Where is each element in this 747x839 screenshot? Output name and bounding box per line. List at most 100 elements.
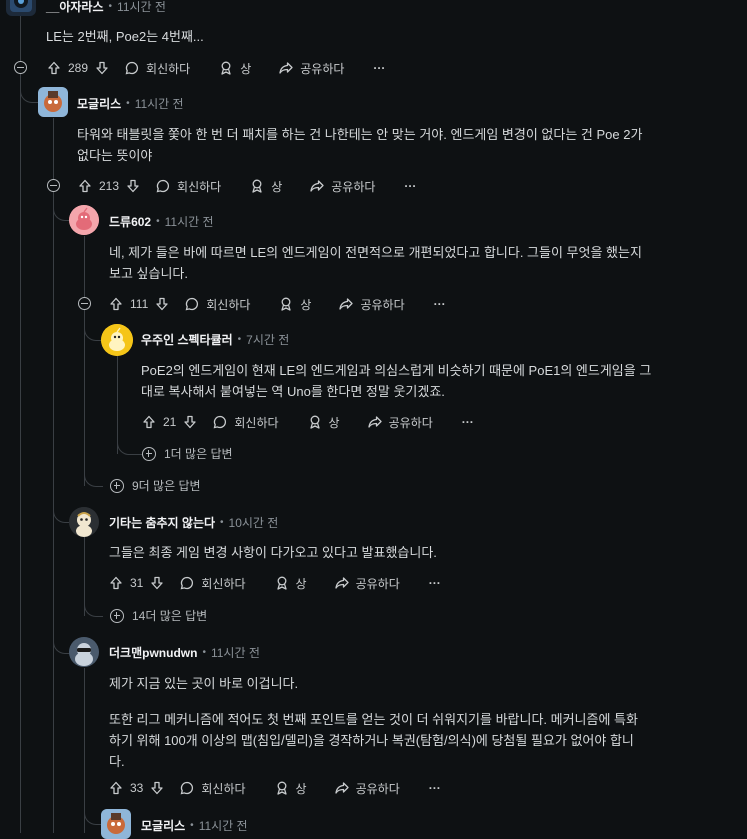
upvote-button[interactable] <box>77 178 93 194</box>
share-icon <box>334 782 349 794</box>
reply-label: 회신하다 <box>146 61 191 76</box>
username[interactable]: __아자라스 <box>46 0 104 15</box>
more-replies-link[interactable]: 14더 많은 답변 <box>110 607 207 624</box>
timestamp: 11시간 전 <box>198 818 248 833</box>
arrow-up-icon <box>143 415 155 429</box>
comment-text: 또한 리그 메커니즘에 적어도 첫 번째 포인트를 얻는 것이 더 쉬워지기를 … <box>109 712 638 727</box>
award-label: 상 <box>271 179 283 194</box>
comment-body: 타워와 태블릿을 쫓아 한 번 더 패치를 하는 건 나한테는 안 맞는 거야.… <box>77 124 737 166</box>
avatar[interactable] <box>69 507 99 537</box>
comment-text: PoE2의 엔드게임이 현재 LE의 엔드게임과 의심스럽게 비슷하기 때문에 … <box>141 363 652 378</box>
share-button[interactable]: 공유하다 <box>309 178 375 195</box>
share-button[interactable]: 공유하다 <box>278 60 344 77</box>
arrow-up-icon <box>110 576 122 590</box>
connector <box>84 470 103 487</box>
more-options-button[interactable]: ··· <box>373 61 385 75</box>
award-button[interactable]: 상 <box>307 414 340 431</box>
upvote-button[interactable] <box>108 296 124 312</box>
username[interactable]: 우주인 스펙타큘러 <box>141 331 233 348</box>
reply-label: 회신하다 <box>201 781 246 796</box>
more-replies-link[interactable]: 1더 많은 답변 <box>142 445 233 462</box>
upvote-button[interactable] <box>108 780 124 796</box>
separator-dot: • <box>190 819 194 831</box>
connector <box>117 430 143 455</box>
reply-button[interactable]: 회신하다 <box>184 296 250 313</box>
comment-actions: 111 회신하다 상 공유하다 ··· <box>108 293 446 315</box>
comment-header: __아자라스 • 11시간 전 <box>46 0 166 14</box>
reply-button[interactable]: 회신하다 <box>155 178 221 195</box>
more-replies-label: 9더 많은 답변 <box>132 479 201 493</box>
share-button[interactable]: 공유하다 <box>338 296 405 313</box>
share-button[interactable]: 공유하다 <box>334 780 400 797</box>
separator-dot: • <box>108 0 113 12</box>
timestamp: 11시간 전 <box>210 645 260 660</box>
share-label: 공유하다 <box>331 179 376 194</box>
more-options-button[interactable]: ··· <box>429 576 441 590</box>
reply-button[interactable]: 회신하다 <box>179 575 246 592</box>
comment-actions: 213 회신하다 상 공유하다 ··· <box>77 175 416 197</box>
comment-header: 모글리스 • 11시간 전 <box>141 817 248 833</box>
more-options-button[interactable]: ··· <box>429 781 441 795</box>
comment-text: 대로 복사해서 붙여넣는 역 Uno를 한다면 정말 웃기겠죠. <box>141 384 445 399</box>
comment-header: 드류602 • 11시간 전 <box>109 213 214 229</box>
avatar[interactable] <box>101 809 131 839</box>
separator-dot: • <box>156 215 160 227</box>
reply-button[interactable]: 회신하다 <box>212 414 279 431</box>
award-button[interactable]: 상 <box>274 780 307 797</box>
reply-button[interactable]: 회신하다 <box>124 60 190 77</box>
timestamp: 11시간 전 <box>134 96 184 111</box>
collapse-button[interactable] <box>47 179 60 192</box>
avatar[interactable] <box>38 87 68 117</box>
more-options-button[interactable]: ··· <box>434 297 446 311</box>
connector <box>84 600 103 617</box>
award-icon <box>252 179 262 193</box>
vote-count: 31 <box>130 576 144 590</box>
award-button[interactable]: 상 <box>274 575 307 592</box>
share-button[interactable]: 공유하다 <box>334 575 400 592</box>
username[interactable]: 모글리스 <box>141 817 185 834</box>
avatar[interactable] <box>101 324 133 356</box>
comment-bubble-icon <box>180 576 194 590</box>
more-options-button[interactable]: ··· <box>462 415 474 429</box>
username[interactable]: 드류602 <box>109 213 151 230</box>
vote-count: 289 <box>68 61 89 75</box>
avatar[interactable] <box>69 637 99 667</box>
upvote-button[interactable] <box>108 575 124 591</box>
username[interactable]: 기타는 춤추지 않는다 <box>109 514 215 531</box>
collapse-button[interactable] <box>14 61 27 74</box>
downvote-button[interactable] <box>154 296 170 312</box>
downvote-button[interactable] <box>125 178 141 194</box>
downvote-button[interactable] <box>149 575 165 591</box>
downvote-button[interactable] <box>182 414 198 430</box>
downvote-button[interactable] <box>94 60 110 76</box>
award-button[interactable]: 상 <box>249 178 282 195</box>
more-replies-label: 14더 많은 답변 <box>132 609 208 623</box>
share-button[interactable]: 공유하다 <box>367 414 433 431</box>
arrow-down-icon <box>156 297 168 311</box>
share-label: 공유하다 <box>300 61 345 76</box>
timestamp: 11시간 전 <box>117 0 166 14</box>
award-icon <box>221 61 231 75</box>
upvote-button[interactable] <box>46 60 62 76</box>
avatar[interactable] <box>6 0 36 16</box>
reply-label: 회신하다 <box>201 576 246 591</box>
comment-bubble-icon <box>156 179 170 193</box>
username[interactable]: 모글리스 <box>77 95 121 112</box>
downvote-button[interactable] <box>149 780 165 796</box>
avatar[interactable] <box>69 205 99 235</box>
share-icon <box>310 180 324 192</box>
comment-actions: 21 회신하다 상 공유하다 ··· <box>141 411 474 433</box>
arrow-down-icon <box>96 61 108 75</box>
arrow-up-icon <box>48 61 60 75</box>
arrow-down-icon <box>127 179 139 193</box>
plus-icon <box>110 478 124 493</box>
vote-count: 111 <box>130 297 149 311</box>
award-button[interactable]: 상 <box>218 60 251 77</box>
more-options-button[interactable]: ··· <box>404 179 416 193</box>
more-replies-link[interactable]: 9더 많은 답변 <box>110 477 201 494</box>
award-button[interactable]: 상 <box>278 296 311 313</box>
username[interactable]: 더크맨pwnudwn <box>109 644 197 661</box>
collapse-button[interactable] <box>78 297 91 310</box>
upvote-button[interactable] <box>141 414 157 430</box>
reply-button[interactable]: 회신하다 <box>179 780 246 797</box>
